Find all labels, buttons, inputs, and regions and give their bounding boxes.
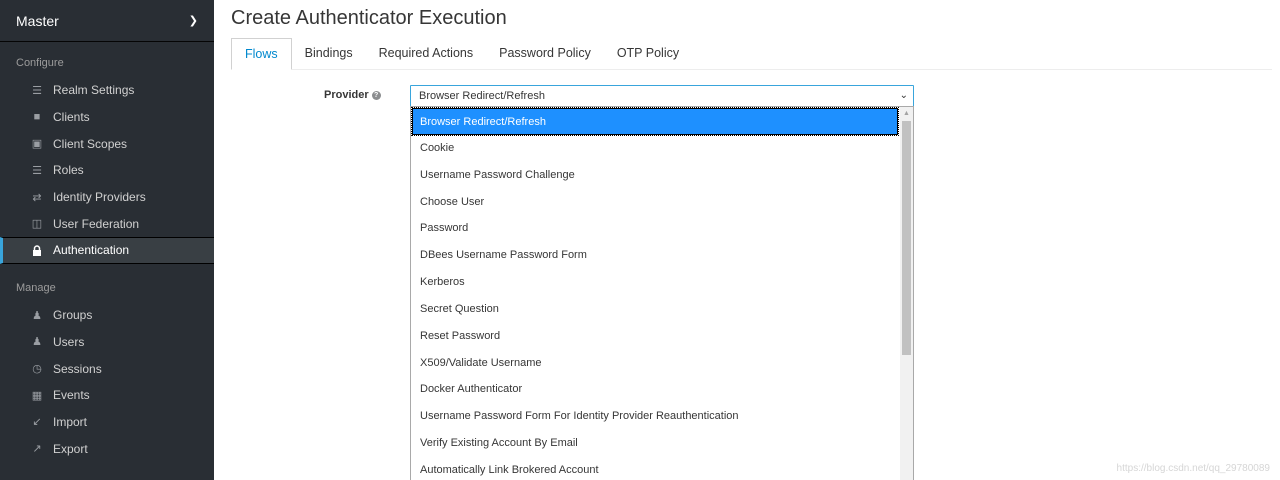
watermark: https://blog.csdn.net/qq_29780089 [1116,463,1270,474]
tab-bar: Flows Bindings Required Actions Password Po… [231,38,1272,70]
help-icon[interactable]: ? [371,90,381,100]
calendar-icon: ▦ [31,389,43,402]
tab-bindings[interactable]: Bindings [292,38,366,69]
main-content: Create Authenticator Execution Flows Bind… [214,0,1280,480]
sidebar-item-label: Roles [53,163,84,178]
provider-option[interactable]: Choose User [411,189,899,216]
manage-nav: ♟ Groups ♟ Users ◷ Sessions ▦ Events ↙ Import ↗ Exp… [0,302,214,462]
configure-nav: ☰ Realm Settings ■ Clients ▣ Client Scopes ☰ Ro… [0,77,214,264]
database-icon: ◫ [31,218,43,231]
export-icon: ↗ [32,443,42,456]
list-icon: ☰ [32,164,42,177]
sidebar: Master ❯ Configure ☰ Realm Settings ■ Clien… [0,0,214,480]
exchange-icon: ⇄ [32,191,42,204]
sidebar-item-label: Groups [53,308,93,323]
sidebar-item-roles[interactable]: ☰ Roles [0,157,214,184]
lock-icon [30,245,44,256]
users-icon: ♟ [32,309,42,322]
chevron-down-icon: ⌄ [899,90,908,101]
sidebar-item-groups[interactable]: ♟ Groups [0,302,214,329]
sidebar-item-label: User Federation [53,216,140,231]
sidebar-item-sessions[interactable]: ◷ Sessions [0,355,214,382]
provider-option[interactable]: Username Password Challenge [411,162,899,189]
provider-select[interactable]: Browser Redirect/Refresh ⌄ [410,85,914,107]
provider-option[interactable]: Automatically Link Brokered Account [411,457,899,480]
configure-section-label: Configure [16,57,64,69]
sidebar-item-label: Users [53,334,85,349]
sidebar-item-label: Identity Providers [53,190,146,205]
tab-password-policy[interactable]: Password Policy [486,38,604,69]
sidebar-item-export[interactable]: ↗ Export [0,435,214,462]
sidebar-item-events[interactable]: ▦ Events [0,382,214,409]
sidebar-item-identity-providers[interactable]: ⇄ Identity Providers [0,184,214,211]
scrollbar-thumb[interactable] [902,121,911,355]
cubes-icon: ▣ [31,138,43,151]
provider-label: Provider? [324,89,381,101]
sidebar-item-label: Sessions [53,361,102,376]
sidebar-item-label: Import [53,414,88,429]
tab-flows[interactable]: Flows [231,38,292,70]
sidebar-item-client-scopes[interactable]: ▣ Client Scopes [0,130,214,157]
sidebar-item-label: Export [53,441,88,456]
sidebar-item-user-federation[interactable]: ◫ User Federation [0,210,214,237]
page-title: Create Authenticator Execution [231,7,507,29]
sidebar-item-label: Clients [53,110,90,125]
sidebar-item-realm-settings[interactable]: ☰ Realm Settings [0,77,214,104]
sidebar-item-clients[interactable]: ■ Clients [0,104,214,131]
sidebar-item-label: Client Scopes [53,136,128,151]
provider-select-value: Browser Redirect/Refresh [419,90,545,102]
provider-options: Browser Redirect/Refresh Cookie Username P… [411,107,913,480]
provider-option[interactable]: Docker Authenticator [411,376,899,403]
sidebar-item-label: Authentication [53,243,130,258]
provider-option[interactable]: Browser Redirect/Refresh [411,107,899,136]
provider-option[interactable]: Username Password Form For Identity Prov… [411,403,899,430]
sidebar-item-authentication[interactable]: Authentication [0,237,214,264]
provider-option[interactable]: Secret Question [411,296,899,323]
sidebar-item-users[interactable]: ♟ Users [0,329,214,356]
dropdown-scrollbar[interactable]: ▲ [900,107,913,480]
sidebar-item-label: Events [53,388,90,403]
provider-option[interactable]: Kerberos [411,269,899,296]
realm-selector[interactable]: Master ❯ [0,0,214,42]
chevron-down-icon: ❯ [188,15,198,27]
tab-required-actions[interactable]: Required Actions [366,38,487,69]
sliders-icon: ☰ [32,84,42,97]
provider-option[interactable]: Verify Existing Account By Email [411,430,899,457]
import-icon: ↙ [32,416,42,429]
scroll-up-arrow-icon[interactable]: ▲ [900,107,913,120]
provider-option[interactable]: Reset Password [411,323,899,350]
sidebar-item-import[interactable]: ↙ Import [0,409,214,436]
provider-label-text: Provider [324,89,369,101]
provider-option[interactable]: Cookie [411,135,899,162]
realm-name: Master [16,12,59,29]
manage-section-label: Manage [16,281,56,294]
cube-icon: ■ [33,111,41,124]
clock-icon: ◷ [32,363,42,376]
provider-option[interactable]: DBees Username Password Form [411,242,899,269]
user-icon: ♟ [32,336,42,349]
provider-option[interactable]: X509/Validate Username [411,350,899,377]
provider-option[interactable]: Password [411,215,899,242]
sidebar-item-label: Realm Settings [53,83,135,98]
tab-otp-policy[interactable]: OTP Policy [604,38,692,69]
provider-dropdown: Browser Redirect/Refresh Cookie Username P… [410,106,914,480]
